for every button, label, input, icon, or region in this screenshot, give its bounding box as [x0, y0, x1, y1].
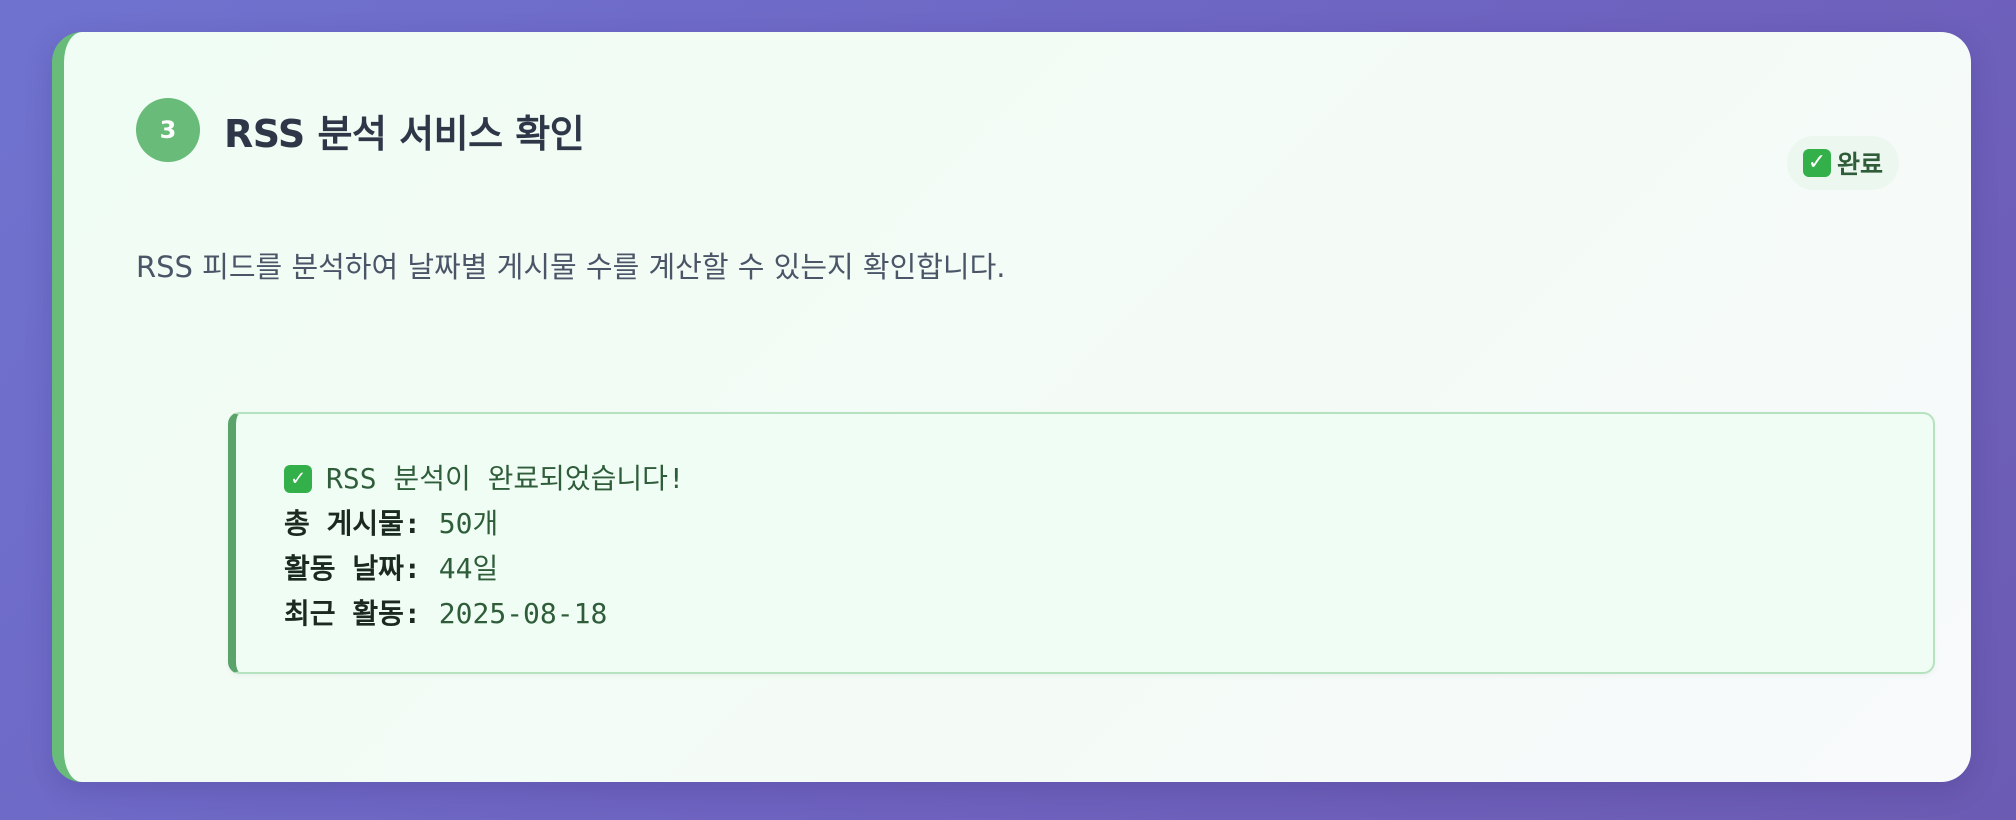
result-label: 활동 날짜: [284, 552, 421, 585]
step-title: RSS 분석 서비스 확인 [224, 111, 585, 156]
step-card: 3 RSS 분석 서비스 확인 ✓ 완료 RSS 피드를 분석하여 날짜별 게시… [52, 32, 1971, 782]
status-label: 완료 [1836, 150, 1883, 179]
result-message: RSS 분석이 완료되었습니다! [326, 462, 685, 495]
check-box-icon: ✓ [1802, 149, 1831, 177]
step-number-badge: 3 [136, 98, 200, 162]
result-label: 총 게시물: [284, 507, 421, 540]
result-label: 최근 활동: [284, 597, 421, 630]
result-value: 44일 [438, 552, 499, 585]
result-content: ✓ RSS 분석이 완료되었습니다! 총 게시물: 50개 활동 날짜: 44일… [284, 456, 685, 636]
result-value: 2025-08-18 [438, 597, 608, 630]
result-item-total-posts: 총 게시물: 50개 [284, 501, 685, 546]
step-header: 3 RSS 분석 서비스 확인 [136, 98, 585, 162]
step-description: RSS 피드를 분석하여 날짜별 게시물 수를 계산할 수 있는지 확인합니다. [136, 250, 1006, 284]
result-box: ✓ RSS 분석이 완료되었습니다! 총 게시물: 50개 활동 날짜: 44일… [228, 412, 1935, 674]
result-item-active-days: 활동 날짜: 44일 [284, 546, 685, 591]
result-message-line: ✓ RSS 분석이 완료되었습니다! [284, 456, 685, 501]
status-badge: ✓ 완료 [1786, 136, 1899, 190]
check-box-icon: ✓ [284, 464, 312, 493]
result-item-recent-activity: 최근 활동: 2025-08-18 [284, 591, 685, 636]
result-value: 50개 [438, 507, 499, 540]
